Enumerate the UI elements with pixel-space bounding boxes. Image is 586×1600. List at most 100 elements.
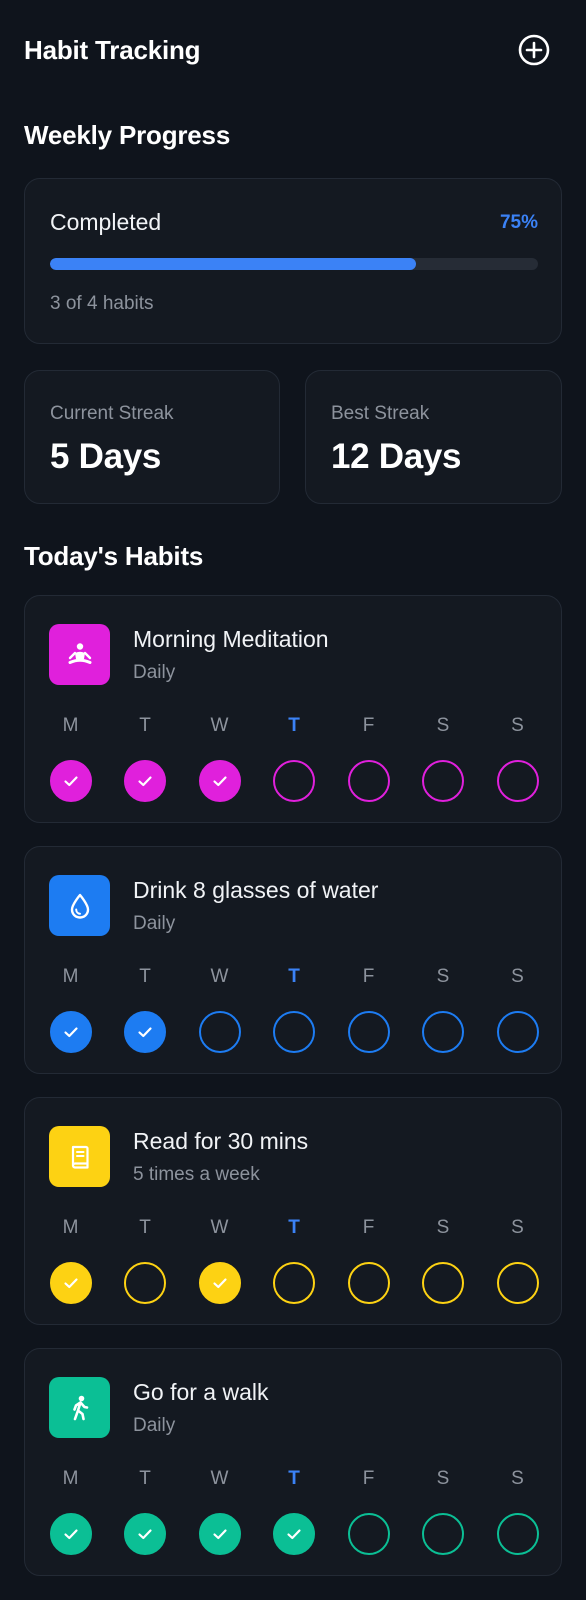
day-column: T xyxy=(273,1465,316,1555)
day-column: S xyxy=(496,712,539,802)
day-column: W xyxy=(198,963,241,1053)
completed-label: Completed xyxy=(50,209,162,235)
checkmark-icon xyxy=(138,776,152,787)
book-icon xyxy=(71,1145,89,1169)
day-column: S xyxy=(422,1214,465,1304)
day-column: M xyxy=(49,712,92,802)
day-column: S xyxy=(496,1465,539,1555)
day-label: F xyxy=(362,1468,375,1489)
completion-percent: 75% xyxy=(499,211,538,233)
habit-frequency: Daily xyxy=(133,913,176,934)
habit-name: Go for a walk xyxy=(133,1379,269,1405)
weekly-progress-title: Weekly Progress xyxy=(24,120,231,150)
day-check-empty[interactable] xyxy=(347,1513,390,1555)
day-label: S xyxy=(436,1217,450,1238)
week-days-row: MTWTFSS xyxy=(49,963,539,1053)
day-check-empty[interactable] xyxy=(422,1011,464,1053)
current-streak-card: Current Streak 5 Days xyxy=(24,370,280,504)
day-check-empty[interactable] xyxy=(422,760,464,802)
day-column: T xyxy=(124,712,167,802)
best-streak-value: 12 Days xyxy=(331,437,462,476)
checkmark-icon xyxy=(212,1529,227,1540)
habits-completed-count: 3 of 4 habits xyxy=(50,293,154,314)
progress-bar xyxy=(50,258,538,270)
habit-card[interactable]: Go for a walk Daily M T W T F S S xyxy=(24,1348,562,1576)
day-label: W xyxy=(210,1468,229,1489)
day-column: T xyxy=(124,963,167,1053)
day-check-completed[interactable] xyxy=(49,760,92,802)
day-label: T xyxy=(288,966,300,987)
day-check-empty[interactable] xyxy=(496,1011,539,1053)
day-check-empty[interactable] xyxy=(422,1513,464,1555)
weekly-progress-card: Completed 75% 3 of 4 habits xyxy=(24,178,562,344)
checkmark-icon xyxy=(287,1529,301,1540)
day-check-empty[interactable] xyxy=(347,1011,390,1053)
habit-icon-tile xyxy=(49,1126,110,1187)
habit-name: Morning Meditation xyxy=(133,626,329,652)
day-check-completed[interactable] xyxy=(124,1011,166,1053)
day-check-empty[interactable] xyxy=(422,1262,464,1304)
day-column: W xyxy=(198,1465,241,1555)
day-label: S xyxy=(511,715,524,736)
day-column: F xyxy=(347,1465,390,1555)
day-column: T xyxy=(124,1465,167,1555)
best-streak-card: Best Streak 12 Days xyxy=(305,370,562,504)
header: Habit Tracking xyxy=(24,30,550,70)
day-check-completed[interactable] xyxy=(124,760,166,802)
day-label: W xyxy=(210,966,229,987)
day-check-completed[interactable] xyxy=(49,1513,92,1555)
day-check-completed[interactable] xyxy=(124,1513,166,1555)
day-check-completed[interactable] xyxy=(198,1513,241,1555)
day-label: F xyxy=(362,715,375,736)
day-column: S xyxy=(496,963,539,1053)
day-check-completed[interactable] xyxy=(198,1262,241,1304)
day-column: T xyxy=(273,963,316,1053)
day-label: S xyxy=(511,1468,524,1489)
habit-card[interactable]: Read for 30 mins 5 times a week M T W T F S S xyxy=(24,1097,562,1325)
habit-icon-tile xyxy=(49,875,110,936)
plus-circle-icon xyxy=(518,34,550,66)
checkmark-icon xyxy=(212,776,227,787)
habit-frequency: Daily xyxy=(133,662,176,683)
day-column: F xyxy=(347,712,390,802)
day-label: T xyxy=(139,1217,151,1238)
day-column: M xyxy=(49,963,92,1053)
page-title: Habit Tracking xyxy=(24,34,201,65)
day-column: S xyxy=(422,963,465,1053)
day-label: M xyxy=(62,1217,79,1238)
day-check-empty[interactable] xyxy=(273,760,315,802)
day-label: S xyxy=(436,1468,450,1489)
day-check-empty[interactable] xyxy=(496,760,539,802)
day-check-completed[interactable] xyxy=(198,760,241,802)
day-check-empty[interactable] xyxy=(198,1011,241,1053)
day-check-empty[interactable] xyxy=(273,1262,315,1304)
meditation-icon xyxy=(68,642,91,664)
day-label: T xyxy=(288,1217,300,1238)
habit-card[interactable]: Drink 8 glasses of water Daily M T W T F S S xyxy=(24,846,562,1074)
day-check-empty[interactable] xyxy=(347,1262,390,1304)
day-check-completed[interactable] xyxy=(273,1513,315,1555)
checkmark-icon xyxy=(63,1278,78,1289)
day-label: T xyxy=(139,715,151,736)
day-check-completed[interactable] xyxy=(49,1262,92,1304)
habit-card[interactable]: Morning Meditation Daily M T W T F S S xyxy=(24,595,562,823)
walking-icon xyxy=(72,1395,88,1420)
day-check-empty[interactable] xyxy=(496,1513,539,1555)
checkmark-icon xyxy=(63,1529,78,1540)
checkmark-icon xyxy=(212,1278,227,1289)
add-habit-button[interactable] xyxy=(514,30,554,70)
habit-frequency: Daily xyxy=(133,1415,176,1436)
day-column: M xyxy=(49,1465,92,1555)
day-column: T xyxy=(124,1214,167,1304)
day-check-empty[interactable] xyxy=(347,760,390,802)
day-check-empty[interactable] xyxy=(124,1262,166,1304)
day-label: M xyxy=(62,1468,79,1489)
day-check-empty[interactable] xyxy=(273,1011,315,1053)
day-label: T xyxy=(288,1468,300,1489)
day-check-completed[interactable] xyxy=(49,1011,92,1053)
day-label: S xyxy=(511,1217,524,1238)
day-label: S xyxy=(436,966,450,987)
current-streak-label: Current Streak xyxy=(50,403,174,424)
day-check-empty[interactable] xyxy=(496,1262,539,1304)
day-label: T xyxy=(288,715,300,736)
